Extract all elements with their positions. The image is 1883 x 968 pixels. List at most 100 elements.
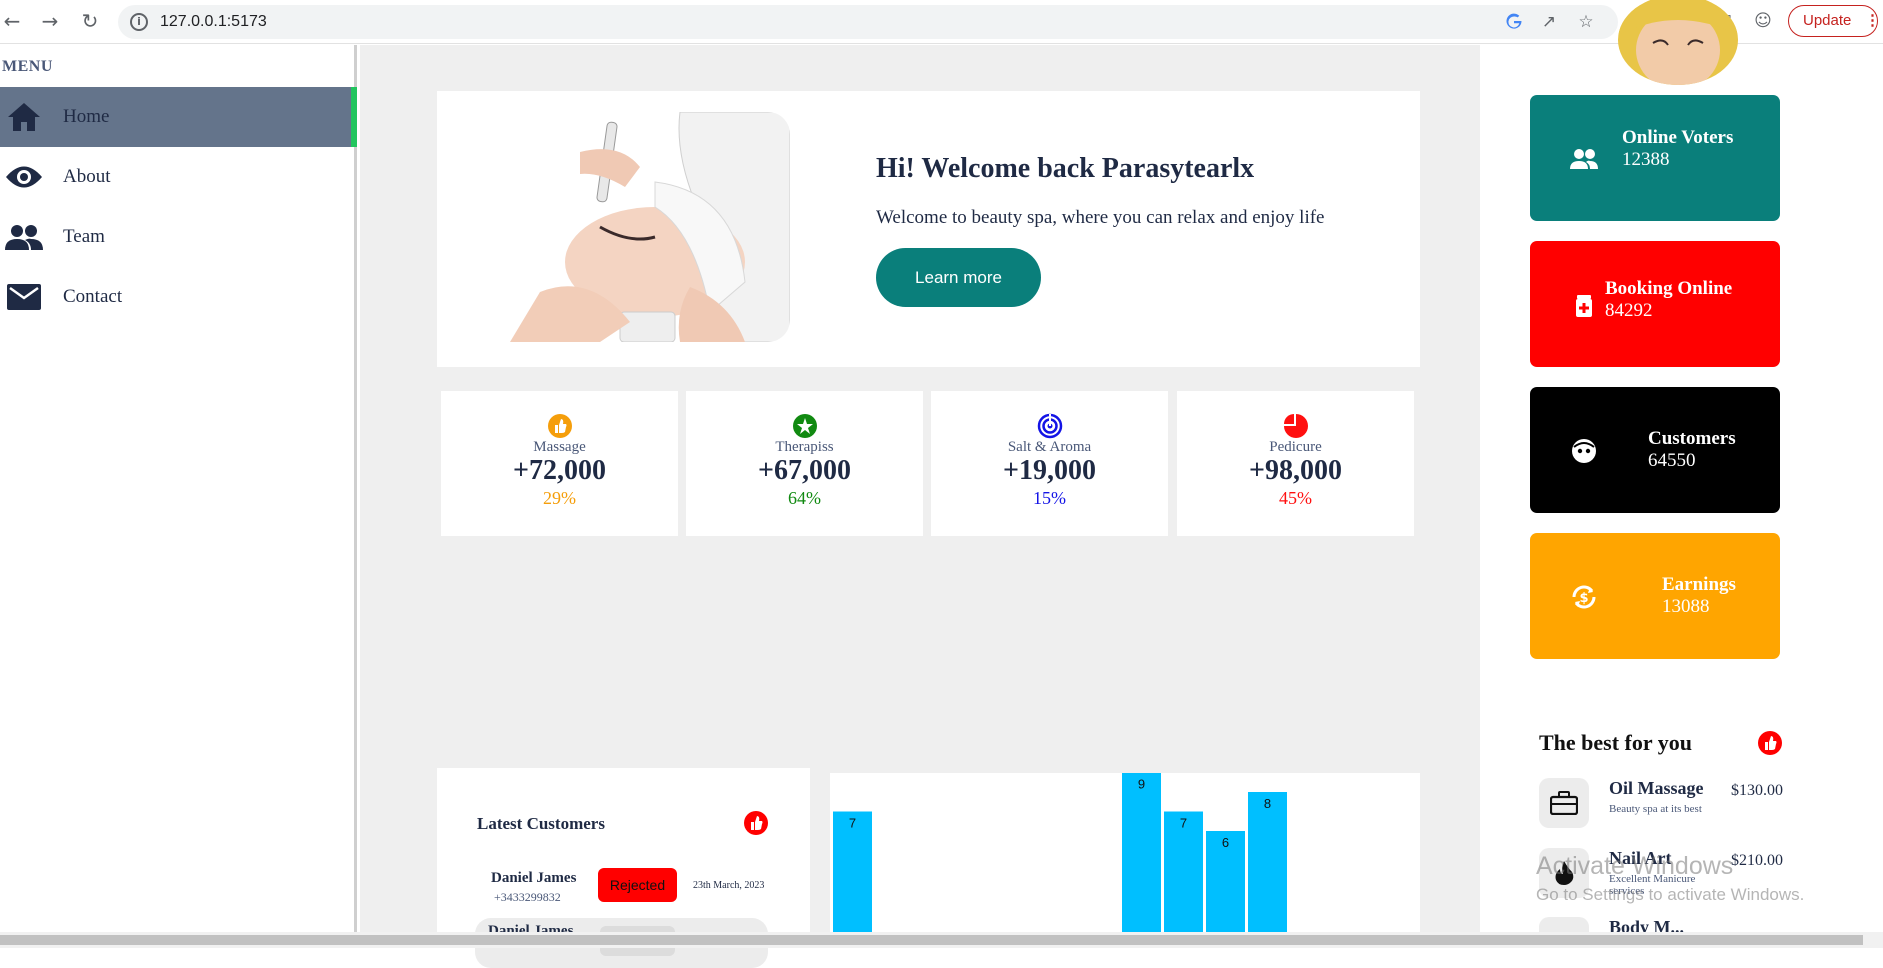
chart-bar bbox=[1248, 792, 1287, 948]
latest-customers-title: Latest Customers bbox=[477, 814, 605, 833]
welcome-banner: Hi! Welcome back Parasytearlx Welcome to… bbox=[437, 91, 1420, 367]
briefcase-icon bbox=[1539, 778, 1589, 828]
status-badge[interactable]: Rejected bbox=[598, 868, 677, 902]
bar-chart: 7 9 7 6 8 bbox=[830, 773, 1420, 948]
chart-data-label: 7 bbox=[1180, 816, 1187, 831]
customer-date: 23th March, 2023 bbox=[693, 880, 765, 891]
more-menu-icon[interactable]: ⋮ bbox=[1865, 6, 1880, 36]
back-icon[interactable]: ← bbox=[0, 9, 24, 33]
customer-phone: +3433299832 bbox=[494, 890, 561, 904]
kpi-value: 64550 bbox=[1648, 450, 1696, 471]
windows-watermark-text: Go to Settings to activate Windows. bbox=[1536, 885, 1805, 904]
forward-icon[interactable]: → bbox=[38, 9, 62, 33]
best-item-body-massage[interactable]: Body M... bbox=[1539, 917, 1859, 932]
main-content: Hi! Welcome back Parasytearlx Welcome to… bbox=[360, 45, 1480, 968]
welcome-title: Hi! Welcome back Parasytearlx bbox=[876, 153, 1255, 184]
kpi-value: 84292 bbox=[1605, 300, 1653, 321]
kpi-card-online-voters[interactable]: Online Voters 12388 bbox=[1530, 95, 1780, 221]
reload-icon[interactable]: ↻ bbox=[78, 9, 102, 33]
best-item-desc: Beauty spa at its best bbox=[1609, 803, 1702, 815]
kpi-card-customers[interactable]: Customers 64550 bbox=[1530, 387, 1780, 513]
chart-data-label: 6 bbox=[1222, 835, 1229, 850]
stat-label: Therapiss bbox=[775, 439, 834, 455]
chart-data-label: 8 bbox=[1264, 796, 1271, 811]
sidebar-item-contact[interactable]: Contact bbox=[0, 267, 357, 327]
stat-percent: 45% bbox=[1279, 488, 1312, 508]
svg-text:$: $ bbox=[1579, 591, 1588, 606]
pie-icon bbox=[1283, 413, 1309, 439]
home-icon bbox=[2, 95, 46, 139]
eye-icon bbox=[2, 155, 46, 199]
users-icon bbox=[1568, 143, 1600, 175]
spa-icon bbox=[1539, 917, 1589, 932]
google-icon[interactable] bbox=[1505, 13, 1523, 31]
url-text[interactable]: 127.0.0.1:5173 bbox=[160, 13, 267, 31]
sidebar-item-home[interactable]: Home bbox=[0, 87, 357, 147]
menu-title: MENU bbox=[2, 58, 53, 75]
best-item-price: $210.00 bbox=[1731, 852, 1783, 869]
thumbs-up-icon[interactable] bbox=[1757, 730, 1783, 756]
site-info-icon[interactable]: i bbox=[130, 13, 148, 31]
sidebar: MENU Home About Team Contact bbox=[0, 45, 357, 932]
kpi-label: Earnings bbox=[1662, 574, 1736, 595]
thumbs-up-icon[interactable] bbox=[743, 810, 769, 836]
share-icon[interactable]: ↗ bbox=[1538, 11, 1560, 33]
horizontal-scrollbar[interactable] bbox=[0, 932, 1883, 948]
star-icon bbox=[792, 413, 818, 439]
stat-percent: 64% bbox=[788, 488, 821, 508]
bar-chart-svg: 7 9 7 6 8 bbox=[833, 773, 1287, 948]
best-item-oil-massage[interactable]: Oil Massage Beauty spa at its best $130.… bbox=[1539, 778, 1859, 834]
customer-row[interactable]: Daniel James +3433299832 Rejected 23th M… bbox=[478, 868, 778, 918]
chart-data-label: 7 bbox=[849, 816, 856, 831]
stat-label: Pedicure bbox=[1269, 439, 1322, 455]
bookmark-star-icon[interactable]: ☆ bbox=[1575, 11, 1597, 33]
team-icon bbox=[2, 215, 46, 259]
best-item-price: $130.00 bbox=[1731, 782, 1783, 799]
sidebar-item-team[interactable]: Team bbox=[0, 207, 357, 267]
learn-more-button[interactable]: Learn more bbox=[876, 248, 1041, 307]
target-icon bbox=[1037, 413, 1063, 439]
chart-bar bbox=[833, 811, 872, 948]
chart-bar bbox=[1122, 773, 1161, 948]
stat-card-therapiss: Therapiss +67,000 64% bbox=[686, 391, 923, 536]
browser-toolbar: ← → ↻ i 127.0.0.1:5173 ↗ ☆ N ❖ ◫ ☺ Updat… bbox=[0, 0, 1883, 44]
sidebar-item-label: About bbox=[63, 166, 111, 187]
avatar[interactable] bbox=[1618, 0, 1738, 85]
address-bar[interactable]: i 127.0.0.1:5173 ↗ ☆ bbox=[118, 5, 1618, 39]
kpi-label: Online Voters bbox=[1622, 127, 1734, 148]
sidebar-item-label: Contact bbox=[63, 286, 123, 307]
sidebar-item-label: Team bbox=[63, 226, 105, 247]
customer-name: Daniel James bbox=[491, 870, 577, 886]
update-button[interactable]: Update ⋮ bbox=[1788, 5, 1880, 37]
profile-avatar-icon[interactable]: ☺ bbox=[1752, 10, 1774, 32]
stat-value: +67,000 bbox=[758, 455, 851, 486]
thumbs-up-icon bbox=[547, 413, 573, 439]
stat-percent: 15% bbox=[1033, 488, 1066, 508]
kpi-card-earnings[interactable]: $ Earnings 13088 bbox=[1530, 533, 1780, 659]
kpi-value: 13088 bbox=[1662, 596, 1710, 617]
right-panel: Online Voters 12388 Booking Online 84292… bbox=[1480, 0, 1883, 932]
chart-bar bbox=[1164, 811, 1203, 948]
scrollbar-thumb[interactable] bbox=[0, 935, 1863, 945]
stat-label: Salt & Aroma bbox=[1007, 439, 1092, 455]
latest-customers-card: Latest Customers Daniel James +343329983… bbox=[437, 768, 810, 968]
best-for-you-title: The best for you bbox=[1539, 730, 1692, 755]
kpi-value: 12388 bbox=[1622, 149, 1670, 170]
best-item-name: Oil Massage bbox=[1609, 778, 1704, 798]
windows-watermark-title: Activate Windows bbox=[1536, 852, 1734, 880]
kpi-label: Customers bbox=[1648, 428, 1736, 449]
sidebar-item-about[interactable]: About bbox=[0, 147, 357, 207]
kpi-card-booking-online[interactable]: Booking Online 84292 bbox=[1530, 241, 1780, 367]
stat-value: +98,000 bbox=[1249, 455, 1342, 486]
stat-value: +19,000 bbox=[1003, 455, 1096, 486]
welcome-text: Welcome to beauty spa, where you can rel… bbox=[876, 207, 1325, 228]
kpi-label: Booking Online bbox=[1605, 278, 1733, 299]
best-item-name: Body M... bbox=[1609, 917, 1685, 932]
update-label: Update bbox=[1803, 12, 1852, 29]
stat-label: Massage bbox=[533, 439, 586, 455]
stat-card-pedicure: Pedicure +98,000 45% bbox=[1177, 391, 1414, 536]
spa-treatment-image bbox=[480, 112, 790, 342]
chart-data-label: 9 bbox=[1138, 777, 1145, 792]
face-icon bbox=[1568, 435, 1600, 467]
stat-value: +72,000 bbox=[513, 455, 606, 486]
